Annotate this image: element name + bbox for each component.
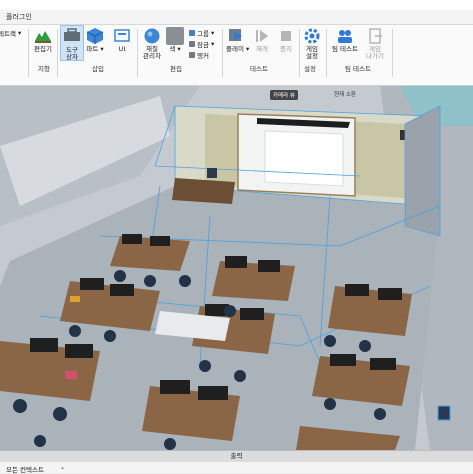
title-strip (0, 0, 473, 10)
team-test-label: 팀 테스트 (332, 45, 358, 53)
output-panel-header[interactable]: 출력 (0, 450, 473, 462)
play-button[interactable]: 플레이 ▾ (226, 27, 250, 53)
whiteboard (237, 113, 356, 197)
toolbox-label: 도구 상자 (66, 46, 78, 61)
separator (137, 29, 138, 77)
game-settings-button[interactable]: 게임 설정 (301, 27, 323, 60)
group-test: 테스트 (250, 65, 268, 73)
ribbon-left-partial-label: 레트랙 (0, 30, 16, 38)
color-label-text: 색 (169, 45, 176, 53)
terrain-editor-button[interactable]: 편집기 (32, 27, 54, 53)
team-test-button[interactable]: 팀 테스트 (330, 27, 360, 53)
anchor-label: 앵커 (197, 52, 209, 60)
ui-icon (113, 27, 131, 45)
color-button[interactable]: 색 ▾ (164, 27, 186, 53)
resume-label: 재개 (256, 45, 268, 53)
separator (28, 29, 29, 77)
ui-label: UI (118, 45, 126, 53)
classroom-scene (0, 86, 473, 450)
chevron-down-icon: ▾ (210, 40, 215, 48)
part-label: 파트 ▾ (86, 45, 104, 53)
part-label-text: 파트 (86, 45, 99, 53)
decor-item (437, 405, 451, 421)
anchor-icon (189, 52, 195, 58)
toolbox-button[interactable]: 도구 상자 (60, 25, 84, 61)
material-manager-button[interactable]: 재질 관리자 (141, 27, 163, 60)
exit-game-button[interactable]: 게임 나가기 (364, 27, 386, 60)
stop-label: 중지 (280, 45, 292, 53)
play-label: 플레이 ▾ (226, 45, 250, 53)
color-icon (166, 27, 184, 45)
menu-bar: 플러그인 (0, 10, 473, 25)
separator (326, 29, 327, 77)
chevron-down-icon: ▾ (17, 29, 22, 37)
stop-icon (277, 27, 295, 45)
decor-item (65, 371, 77, 379)
anchor-button[interactable]: 앵커 (189, 50, 209, 60)
exit-game-icon (366, 27, 384, 45)
part-cube-icon (86, 27, 104, 45)
group-edit: 편집 (170, 65, 182, 73)
output-label: 출력 (230, 452, 243, 460)
menu-plugins[interactable]: 플러그인 (6, 12, 32, 22)
resume-button[interactable]: 재개 (251, 27, 273, 53)
material-manager-label: 재질 관리자 (143, 45, 161, 60)
separator (57, 29, 58, 77)
lock-icon (189, 41, 195, 47)
group-team-test: 팀 테스트 (345, 65, 371, 73)
part-button[interactable]: 파트 ▾ (84, 27, 106, 53)
group-button[interactable]: 그룹 ▾ (189, 28, 214, 38)
color-label: 색 ▾ (169, 45, 181, 53)
bottom-bar: 모든 컨텍스트 ⌄ (0, 462, 473, 474)
chevron-down-icon[interactable]: ⌄ (60, 464, 65, 471)
material-manager-icon (143, 27, 161, 45)
resume-icon (253, 27, 271, 45)
group-terrain: 지형 (38, 65, 50, 73)
terrain-editor-icon (34, 27, 52, 45)
game-settings-label: 게임 설정 (306, 45, 318, 60)
camera-tooltip: 카메라 뷰 (270, 90, 298, 100)
group-settings: 설정 (304, 65, 316, 73)
ribbon-toolbar: 레트랙 ▾ 편집기 지형 도구 상자 파트 ▾ UI 삽입 재질 관리자 색 ▾… (0, 25, 473, 86)
chevron-down-icon: ▾ (210, 29, 215, 37)
play-label-text: 플레이 (226, 45, 244, 53)
decor-item (70, 296, 80, 302)
play-icon (228, 27, 246, 45)
group-insert: 삽입 (92, 65, 104, 73)
game-settings-icon (303, 27, 321, 45)
toolbox-icon (63, 28, 81, 46)
terrain-editor-label: 편집기 (34, 45, 52, 53)
group-icon (189, 30, 195, 36)
3d-viewport[interactable]: 카메라 뷰 현재 소환 (0, 86, 473, 450)
ribbon-left-partial[interactable]: 레트랙 ▾ (0, 28, 21, 38)
exit-game-label: 게임 나가기 (366, 45, 384, 60)
separator (392, 29, 393, 77)
lock-label: 잠금 (197, 41, 209, 49)
stop-button[interactable]: 중지 (275, 27, 297, 53)
group-label: 그룹 (197, 30, 209, 38)
separator (222, 29, 223, 77)
viewport-hint: 현재 소환 (334, 92, 356, 98)
team-test-icon (336, 27, 354, 45)
separator (299, 29, 300, 77)
ui-button[interactable]: UI (111, 27, 133, 53)
lock-button[interactable]: 잠금 ▾ (189, 39, 214, 49)
